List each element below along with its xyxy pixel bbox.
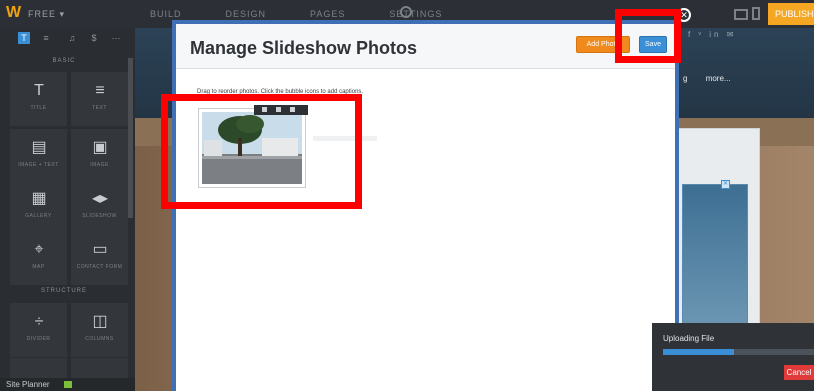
- divider-icon: ÷: [34, 313, 44, 330]
- element-columns[interactable]: ◫ COLUMNS: [71, 303, 128, 357]
- publish-button[interactable]: PUBLISH: [768, 3, 814, 25]
- device-toggle: [734, 7, 764, 25]
- element-label: SLIDESHOW: [82, 213, 117, 219]
- weebly-logo-icon[interactable]: W: [6, 4, 26, 24]
- element-label: TEXT: [92, 105, 107, 111]
- media-tool-icon[interactable]: ♫: [66, 32, 78, 44]
- image-text-icon: ▤: [31, 139, 47, 156]
- element-more-a[interactable]: [10, 358, 67, 378]
- site-planner-label: Site Planner: [6, 380, 50, 389]
- site-planner-toggle[interactable]: [64, 381, 72, 388]
- upload-progress-bar: [663, 349, 814, 355]
- sidebar-toolbar: T ≡ ♫ $ ⋯: [0, 28, 135, 48]
- element-gallery[interactable]: ▦ GALLERY: [10, 180, 67, 234]
- highlight-save-box: [615, 9, 681, 63]
- tab-settings[interactable]: SETTINGS: [389, 9, 442, 19]
- element-map[interactable]: ⌖ MAP: [10, 231, 67, 285]
- element-label: TITLE: [30, 105, 47, 111]
- site-planner: Site Planner: [0, 378, 135, 391]
- site-nav: g more...: [683, 74, 747, 83]
- upload-title: Uploading File: [663, 334, 715, 343]
- tab-design[interactable]: DESIGN: [226, 9, 267, 19]
- element-more-b[interactable]: [71, 358, 128, 378]
- tab-pages[interactable]: PAGES: [310, 9, 345, 19]
- main-tabs: BUILD DESIGN PAGES SETTINGS: [150, 9, 442, 19]
- element-text[interactable]: ≡ TEXT: [71, 72, 128, 126]
- tab-build[interactable]: BUILD: [150, 9, 182, 19]
- more-tool-icon[interactable]: ⋯: [110, 32, 122, 44]
- element-sidebar: T ≡ ♫ $ ⋯ BASIC T TITLE ≡ TEXT ▤ IMAGE +…: [0, 28, 135, 391]
- image-icon: ▣: [92, 139, 108, 156]
- sidebar-scrollbar[interactable]: [128, 58, 133, 218]
- mobile-icon[interactable]: [752, 7, 760, 20]
- plan-dropdown[interactable]: FREE ▾: [28, 9, 65, 20]
- element-contact-form[interactable]: ▭ CONTACT FORM: [71, 231, 128, 285]
- desktop-icon[interactable]: [734, 9, 748, 20]
- gallery-icon: ▦: [31, 190, 47, 207]
- section-structure: STRUCTURE: [41, 288, 87, 294]
- nav-item[interactable]: g: [683, 74, 687, 83]
- social-icons: f ᵛ in ✉: [688, 30, 737, 39]
- element-slideshow[interactable]: ◂▸ SLIDESHOW: [71, 180, 128, 234]
- form-icon: ▭: [92, 241, 108, 258]
- modal-title: Manage Slideshow Photos: [190, 38, 418, 58]
- section-basic: BASIC: [52, 58, 76, 64]
- modal-header: Manage Slideshow Photos Add Photo Save: [176, 24, 675, 69]
- element-label: IMAGE + TEXT: [18, 162, 59, 168]
- upload-panel: Uploading File Cancel: [652, 323, 814, 391]
- element-label: MAP: [32, 264, 45, 270]
- element-label: COLUMNS: [85, 336, 114, 342]
- close-element-icon[interactable]: ✕: [721, 180, 730, 189]
- title-icon: T: [34, 82, 44, 99]
- text-tool-icon[interactable]: T: [18, 32, 30, 44]
- cancel-upload-button[interactable]: Cancel: [784, 365, 814, 380]
- map-pin-icon: ⌖: [34, 241, 44, 258]
- nav-item-more[interactable]: more...: [706, 74, 731, 83]
- element-label: DIVIDER: [26, 336, 51, 342]
- highlight-photo-box: [161, 94, 362, 209]
- element-label: CONTACT FORM: [76, 264, 123, 270]
- layout-tool-icon[interactable]: ≡: [40, 32, 52, 44]
- slideshow-icon: ◂▸: [91, 190, 109, 207]
- columns-icon: ◫: [92, 313, 108, 330]
- element-label: GALLERY: [25, 213, 52, 219]
- help-icon[interactable]: [400, 6, 412, 18]
- text-icon: ≡: [95, 82, 105, 99]
- element-image[interactable]: ▣ IMAGE: [71, 129, 128, 183]
- element-divider[interactable]: ÷ DIVIDER: [10, 303, 67, 357]
- element-title[interactable]: T TITLE: [10, 72, 67, 126]
- commerce-tool-icon[interactable]: $: [88, 32, 100, 44]
- upload-progress-fill: [663, 349, 734, 355]
- element-label: IMAGE: [90, 162, 109, 168]
- element-image-text[interactable]: ▤ IMAGE + TEXT: [10, 129, 67, 183]
